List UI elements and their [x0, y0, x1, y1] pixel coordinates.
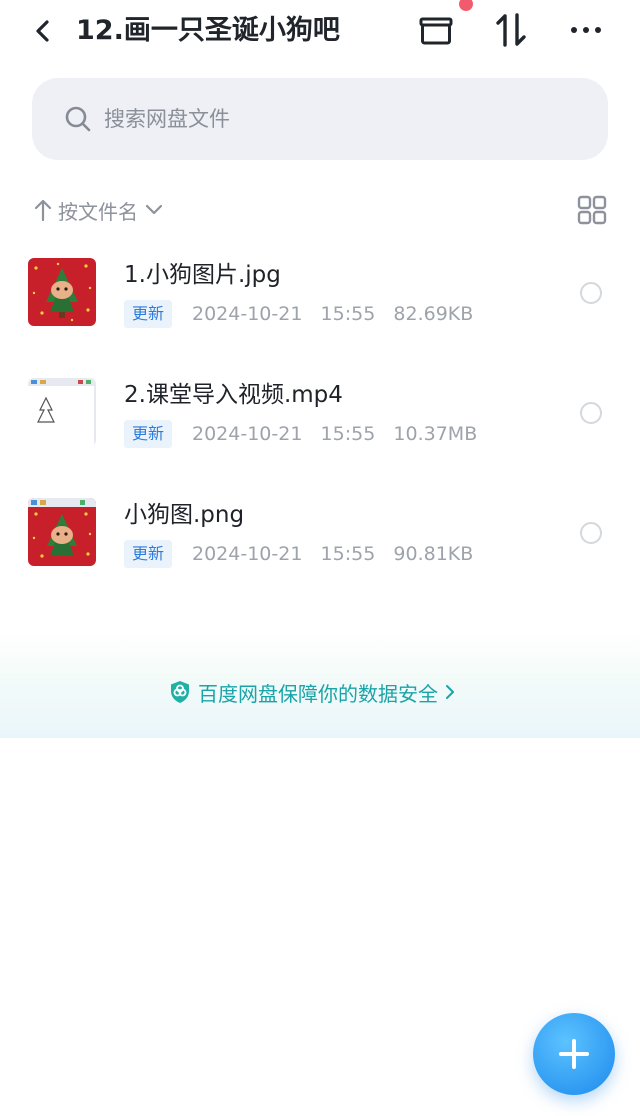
file-row[interactable]: 2.课堂导入视频.mp4 更新 2024-10-21 15:55 10.37MB [0, 352, 640, 472]
archive-box-icon[interactable] [416, 10, 456, 50]
image-thumbnail [28, 258, 96, 326]
file-row[interactable]: 1.小狗图片.jpg 更新 2024-10-21 15:55 82.69KB [0, 232, 640, 352]
file-meta: 2024-10-21 15:55 82.69KB [192, 303, 474, 325]
video-thumbnail [28, 378, 96, 446]
file-meta: 2024-10-21 15:55 10.37MB [192, 423, 478, 445]
grid-view-icon[interactable] [576, 194, 608, 226]
file-name: 小狗图.png [124, 502, 245, 528]
update-badge: 更新 [124, 420, 173, 448]
plus-icon [559, 1039, 589, 1069]
chevron-right-icon [446, 685, 454, 699]
search-bar[interactable]: 搜索网盘文件 [32, 78, 608, 160]
select-radio[interactable] [580, 282, 602, 304]
search-icon [65, 106, 91, 132]
arrow-up-icon [34, 199, 52, 222]
update-badge: 更新 [124, 540, 173, 568]
add-button[interactable] [533, 1013, 615, 1095]
security-banner: 百度网盘保障你的数据安全 [0, 632, 640, 738]
shield-icon [171, 681, 189, 703]
more-icon[interactable] [566, 10, 606, 50]
back-icon[interactable] [28, 14, 56, 48]
image-thumbnail [28, 498, 96, 566]
select-radio[interactable] [580, 522, 602, 544]
security-link[interactable]: 百度网盘保障你的数据安全 [168, 677, 458, 707]
chevron-down-icon [145, 204, 163, 215]
sort-dropdown[interactable]: 按文件名 [32, 192, 166, 228]
page-title: 12.画一只圣诞小狗吧 [76, 15, 340, 46]
sort-swap-icon[interactable] [492, 10, 532, 50]
notification-dot [459, 0, 473, 11]
file-name: 2.课堂导入视频.mp4 [124, 382, 343, 408]
file-row[interactable]: 小狗图.png 更新 2024-10-21 15:55 90.81KB [0, 472, 640, 592]
security-text: 百度网盘保障你的数据安全 [198, 681, 438, 706]
search-placeholder: 搜索网盘文件 [104, 107, 230, 131]
sort-label: 按文件名 [58, 199, 138, 224]
update-badge: 更新 [124, 300, 173, 328]
file-name: 1.小狗图片.jpg [124, 262, 281, 288]
select-radio[interactable] [580, 402, 602, 424]
top-bar: 12.画一只圣诞小狗吧 [0, 0, 640, 64]
file-meta: 2024-10-21 15:55 90.81KB [192, 543, 474, 565]
